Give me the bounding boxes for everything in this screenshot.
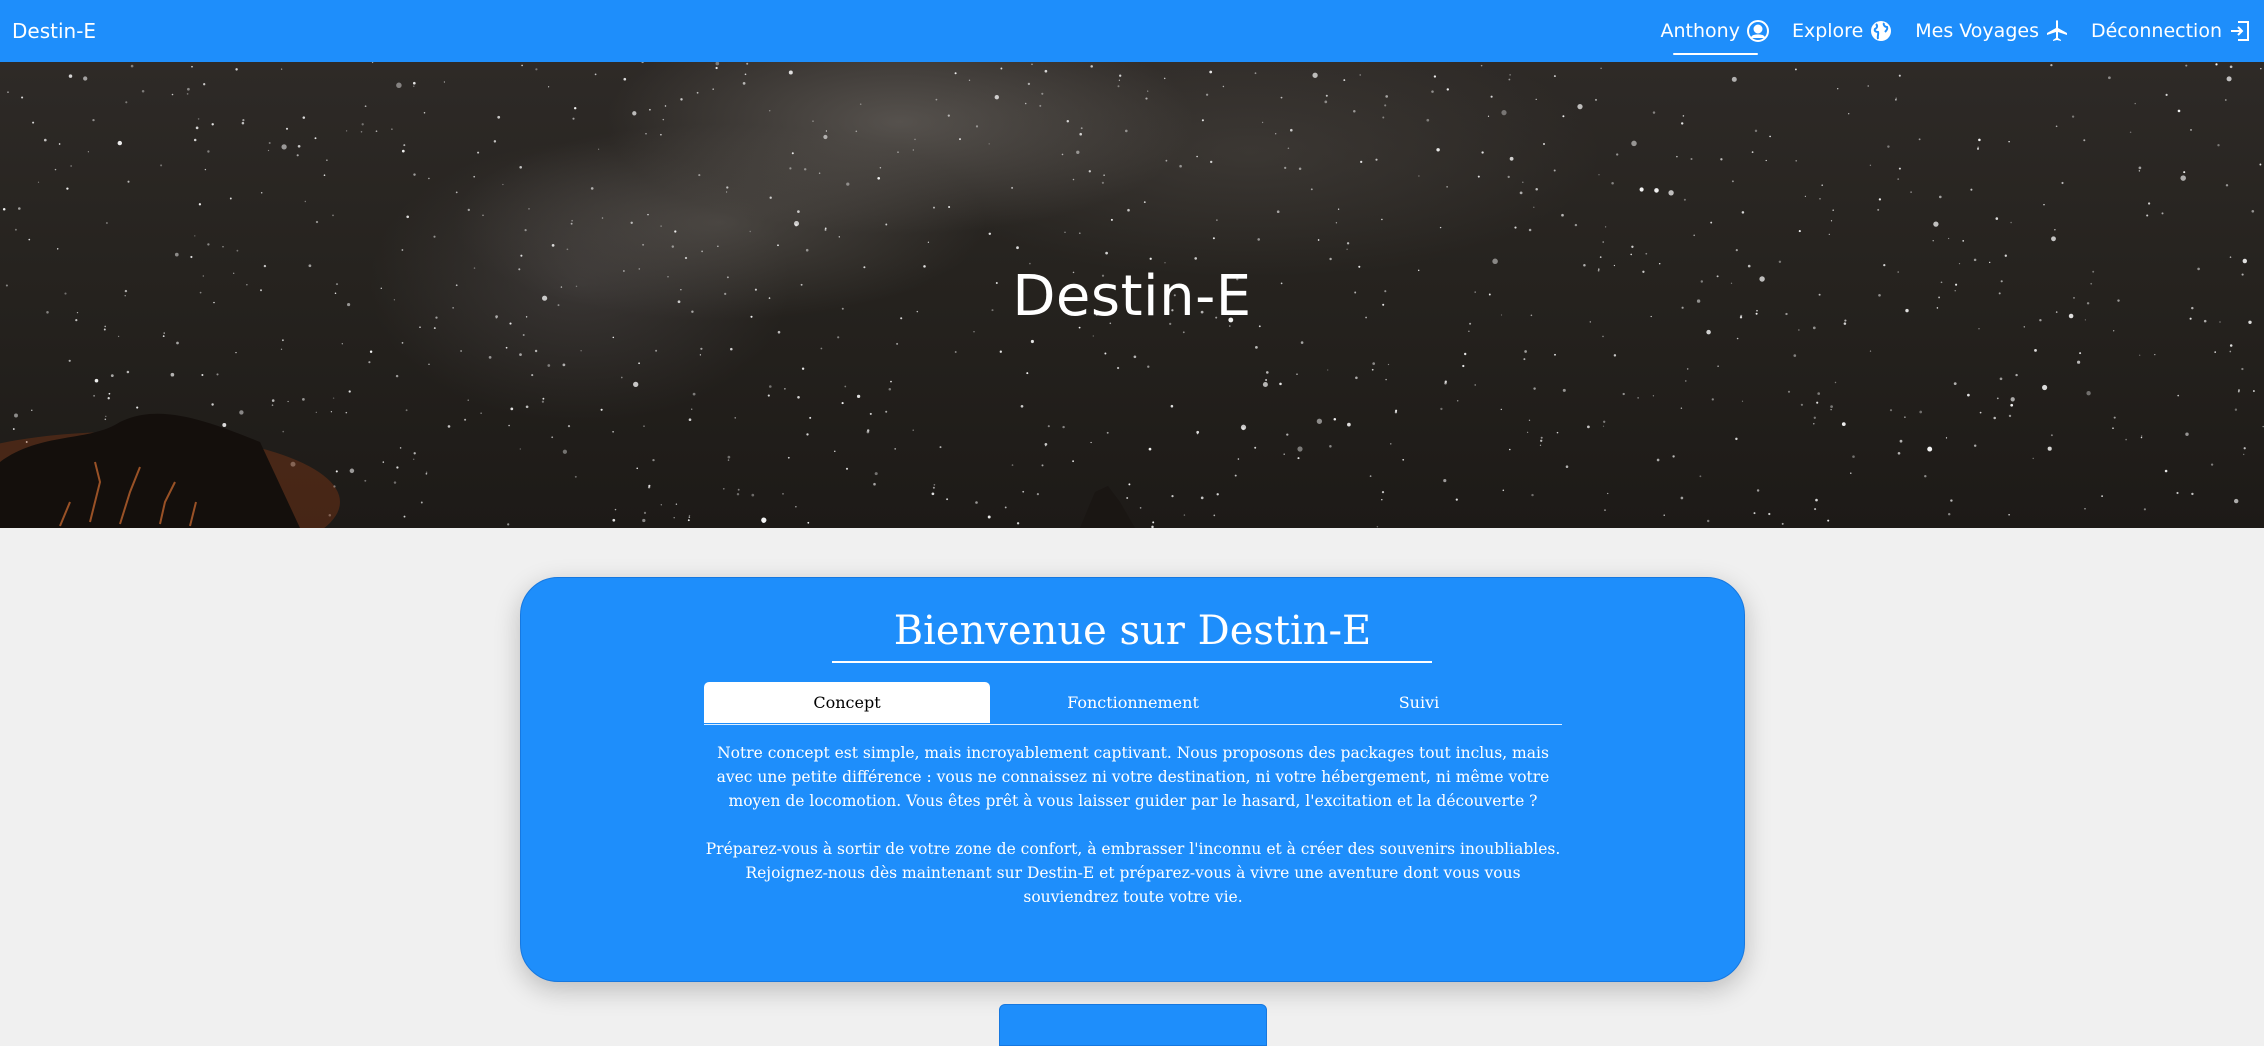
- nav-links: Anthony Explore Mes Voyages Déconnection: [1639, 19, 2252, 55]
- tab-fonctionnement[interactable]: Fonctionnement: [990, 682, 1276, 723]
- hero-banner: Destin-E: [0, 62, 2264, 528]
- nav-trips-link[interactable]: Mes Voyages: [1915, 19, 2069, 43]
- welcome-card: Bienvenue sur Destin-E Concept Fonctionn…: [520, 577, 1745, 982]
- brand-link[interactable]: Destin-E: [12, 19, 96, 43]
- nav-profile-link[interactable]: Anthony: [1660, 19, 1770, 55]
- globe-icon: [1869, 19, 1893, 43]
- nav-explore-link[interactable]: Explore: [1792, 19, 1893, 43]
- nav-trips-label: Mes Voyages: [1915, 20, 2039, 42]
- user-circle-icon: [1746, 19, 1770, 43]
- concept-paragraph-2: Préparez-vous à sortir de votre zone de …: [705, 840, 1561, 906]
- logout-icon: [2228, 19, 2252, 43]
- tab-content-concept: Notre concept est simple, mais incroyabl…: [704, 741, 1562, 933]
- concept-paragraph-1: Notre concept est simple, mais incroyabl…: [716, 744, 1550, 810]
- action-button[interactable]: [999, 1004, 1267, 1046]
- nav-explore-label: Explore: [1791, 20, 1864, 42]
- tab-suivi[interactable]: Suivi: [1276, 682, 1562, 723]
- title-underline: [832, 661, 1432, 663]
- top-navbar: Destin-E Anthony Explore Mes Voyages Déc…: [0, 0, 2264, 62]
- hero-title: Destin-E: [1012, 264, 1252, 329]
- airplane-icon: [2045, 19, 2069, 43]
- tab-concept[interactable]: Concept: [704, 682, 990, 723]
- nav-profile-label: Anthony: [1660, 20, 1740, 42]
- welcome-title: Bienvenue sur Destin-E: [893, 608, 1372, 654]
- nav-logout-label: Déconnection: [2090, 20, 2222, 42]
- info-tabs: Concept Fonctionnement Suivi: [704, 682, 1562, 725]
- nav-logout-link[interactable]: Déconnection: [2091, 19, 2252, 43]
